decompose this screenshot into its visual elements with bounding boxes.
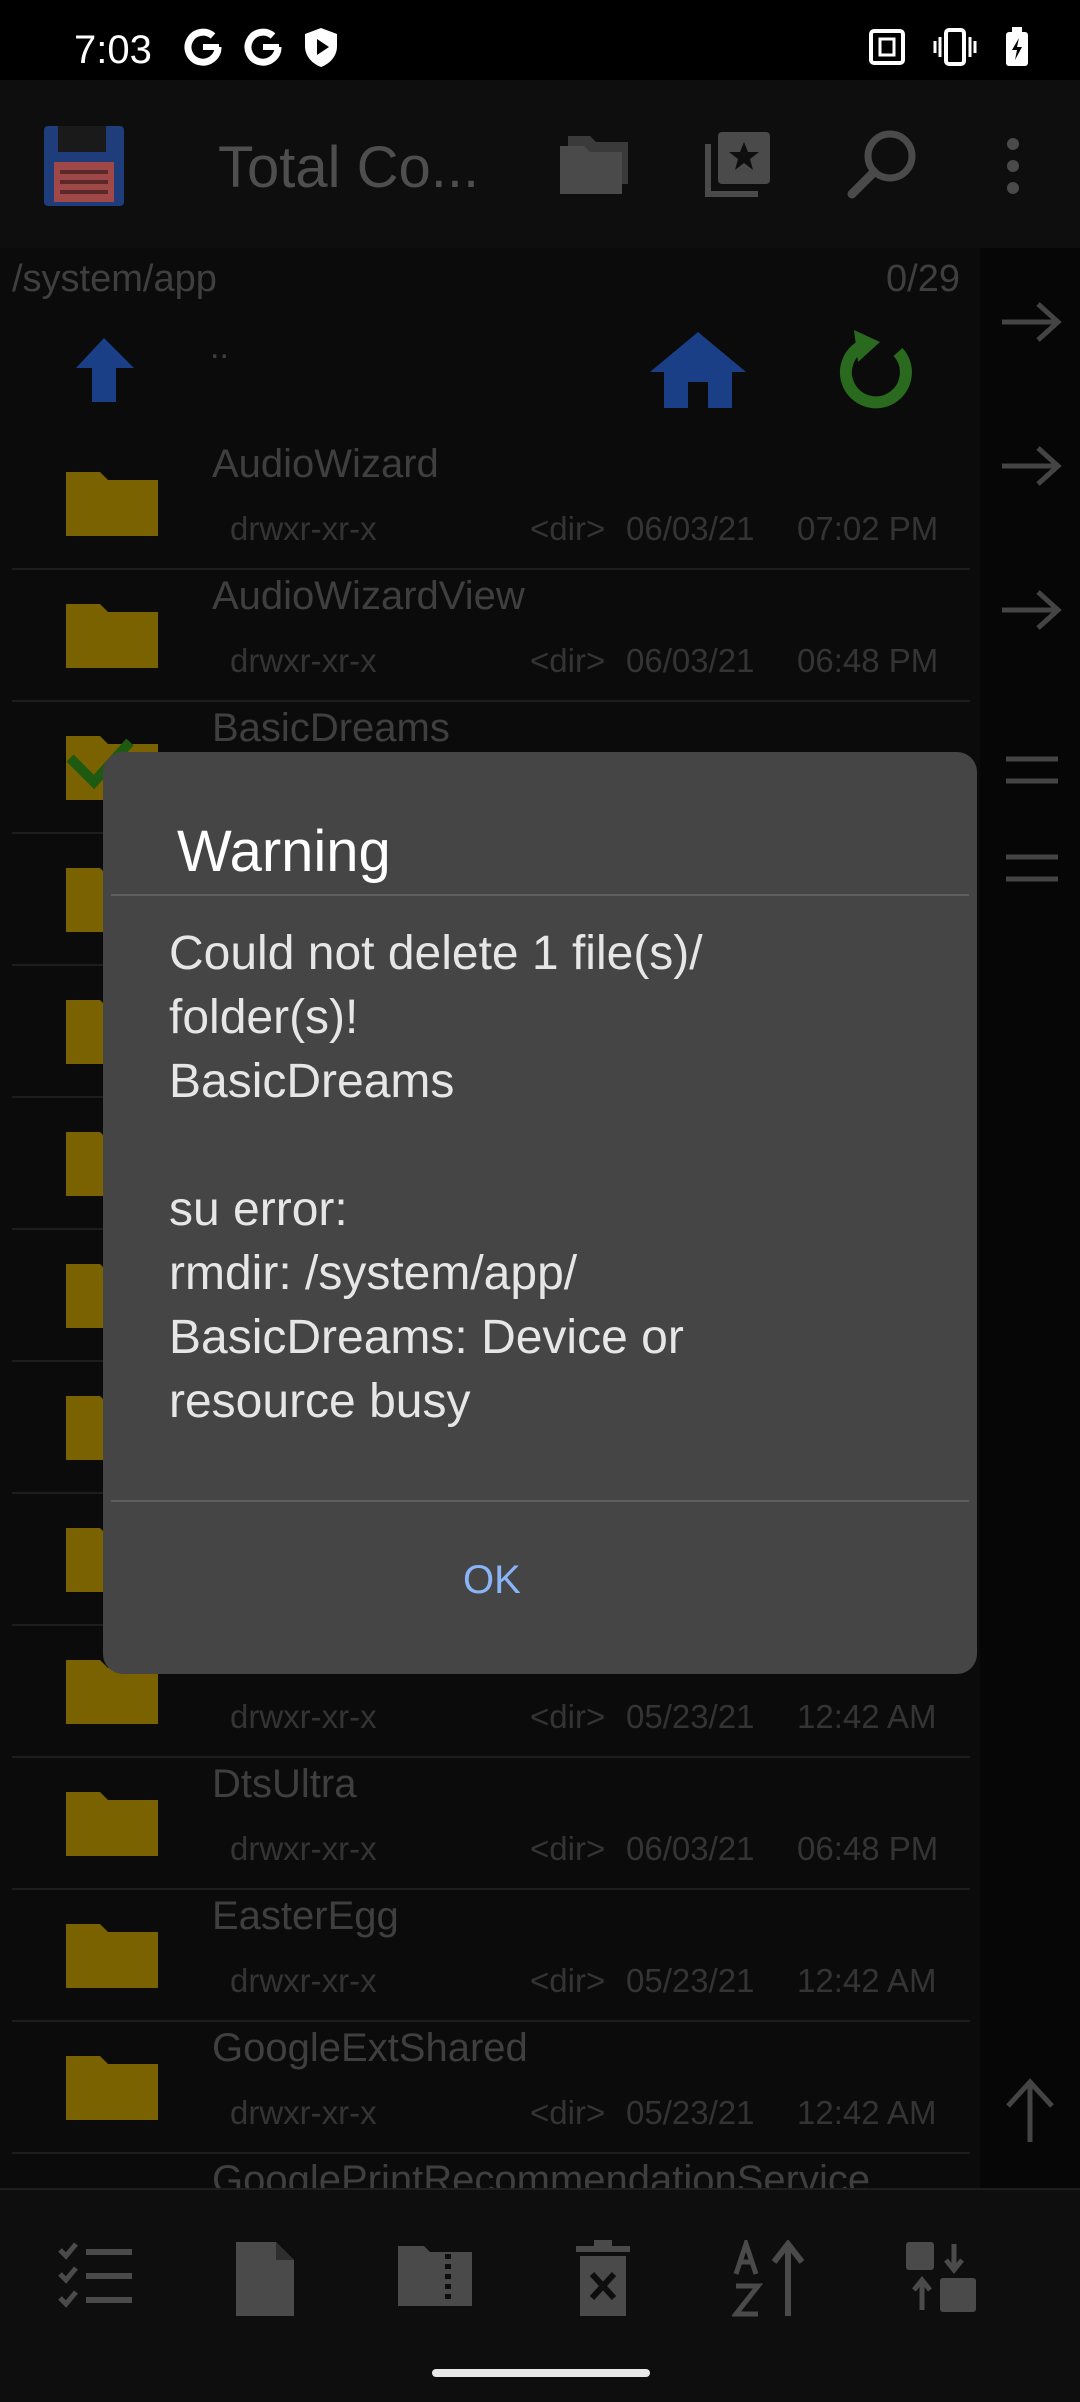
nfc-icon xyxy=(869,29,905,65)
file-type: <dir> xyxy=(530,1830,606,1867)
scroll-up-arrow-icon[interactable] xyxy=(1004,2078,1056,2144)
file-type: <dir> xyxy=(530,1962,606,1999)
battery-charging-icon xyxy=(1006,27,1028,66)
more-options-icon[interactable] xyxy=(1002,136,1024,196)
file-type: <dir> xyxy=(530,642,606,679)
app-title: Total Co... xyxy=(218,135,480,200)
file-permissions: drwxr-xr-x xyxy=(230,1830,377,1867)
parent-dir-label[interactable]: .. xyxy=(210,328,229,367)
file-name: BasicDreams xyxy=(212,706,450,750)
folder-icon xyxy=(66,472,158,536)
status-bar: 7:03 xyxy=(0,0,1080,80)
file-row[interactable]: DtsUltra drwxr-xr-x <dir> 06/03/21 06:48… xyxy=(12,1758,970,1890)
status-icons-left xyxy=(182,26,340,68)
file-permissions: drwxr-xr-x xyxy=(230,642,377,679)
arrow-right-icon[interactable] xyxy=(1000,588,1062,632)
file-row[interactable]: AudioWizard drwxr-xr-x <dir> 06/03/21 07… xyxy=(12,438,970,570)
file-row[interactable]: GoogleExtShared drwxr-xr-x <dir> 05/23/2… xyxy=(12,2022,970,2154)
file-time: 06:48 PM xyxy=(797,1830,939,1867)
file-type: <dir> xyxy=(530,1698,606,1735)
dialog-message: Could not delete 1 file(s)/ folder(s)! B… xyxy=(169,927,703,1428)
bookmarks-icon[interactable] xyxy=(704,128,774,198)
gesture-nav-bar[interactable] xyxy=(432,2369,650,2377)
home-icon[interactable] xyxy=(648,330,748,410)
file-type: <dir> xyxy=(530,510,606,547)
selection-count: 0/29 xyxy=(886,258,960,300)
zip-folder-icon[interactable] xyxy=(396,2240,474,2308)
file-name: DtsUltra xyxy=(212,1762,357,1806)
folder-icon xyxy=(66,604,158,668)
file-date: 06/03/21 xyxy=(626,1830,755,1867)
file-name: AudioWizard xyxy=(212,442,439,486)
status-time: 7:03 xyxy=(74,28,152,72)
parent-dir-arrow-icon[interactable] xyxy=(74,336,140,404)
swap-panels-icon[interactable] xyxy=(904,2240,978,2314)
file-row[interactable]: EasterEgg drwxr-xr-x <dir> 05/23/21 12:4… xyxy=(12,1890,970,2022)
warning-dialog: Warning Could not delete 1 file(s)/ fold… xyxy=(103,752,977,1674)
file-name: AudioWizardView xyxy=(212,574,525,618)
file-time: 12:42 AM xyxy=(797,1962,937,1999)
delete-icon[interactable] xyxy=(572,2240,634,2318)
arrow-right-icon[interactable] xyxy=(1000,300,1062,344)
file-name: GoogleExtShared xyxy=(212,2026,528,2070)
dialog-title: Warning xyxy=(177,819,391,884)
vibrate-icon xyxy=(933,28,977,66)
arrow-right-icon[interactable] xyxy=(1000,444,1062,488)
status-icons-right xyxy=(868,26,1030,68)
refresh-icon[interactable] xyxy=(836,330,920,414)
file-date: 05/23/21 xyxy=(626,2094,755,2131)
file-permissions: drwxr-xr-x xyxy=(230,1698,377,1735)
side-panel xyxy=(980,248,1080,2188)
file-permissions: drwxr-xr-x xyxy=(230,2094,377,2131)
search-icon[interactable] xyxy=(846,126,920,200)
file-row[interactable]: GooglePrintRecommendationService xyxy=(12,2154,970,2188)
folder-icon xyxy=(64,2180,160,2188)
file-date: 06/03/21 xyxy=(626,510,755,547)
file-name: EasterEgg xyxy=(212,1894,399,1938)
folders-icon[interactable] xyxy=(556,132,632,196)
file-time: 06:48 PM xyxy=(797,642,939,679)
dialog-divider xyxy=(111,894,969,896)
drag-handle-icon[interactable] xyxy=(1006,754,1058,786)
file-permissions: drwxr-xr-x xyxy=(230,510,377,547)
file-date: 05/23/21 xyxy=(626,1698,755,1735)
file-type: <dir> xyxy=(530,2094,606,2131)
file-row[interactable]: AudioWizardView drwxr-xr-x <dir> 06/03/2… xyxy=(12,570,970,702)
folder-icon xyxy=(66,2056,158,2120)
sort-az-icon[interactable] xyxy=(732,2240,812,2318)
file-date: 05/23/21 xyxy=(626,1962,755,1999)
file-time: 12:42 AM xyxy=(797,2094,937,2131)
file-date: 06/03/21 xyxy=(626,642,755,679)
file-time: 12:42 AM xyxy=(797,1698,937,1735)
app-bar: Total Co... xyxy=(0,80,1080,248)
shield-play-icon xyxy=(305,28,337,67)
folder-icon xyxy=(66,1924,158,1988)
ok-button[interactable]: OK xyxy=(463,1558,521,1603)
current-path: /system/app xyxy=(12,258,217,300)
google-icon xyxy=(184,28,222,66)
google-icon xyxy=(244,28,282,66)
new-file-icon[interactable] xyxy=(234,2240,296,2318)
file-permissions: drwxr-xr-x xyxy=(230,1962,377,1999)
folder-icon xyxy=(66,1792,158,1856)
drag-handle-icon[interactable] xyxy=(1006,852,1058,884)
file-time: 07:02 PM xyxy=(797,510,939,547)
file-name: GooglePrintRecommendationService xyxy=(212,2158,871,2188)
path-bar: /system/app 0/29 .. xyxy=(0,248,980,438)
save-disk-icon[interactable] xyxy=(42,124,126,208)
select-list-icon[interactable] xyxy=(56,2240,134,2312)
dialog-divider xyxy=(111,1500,969,1502)
